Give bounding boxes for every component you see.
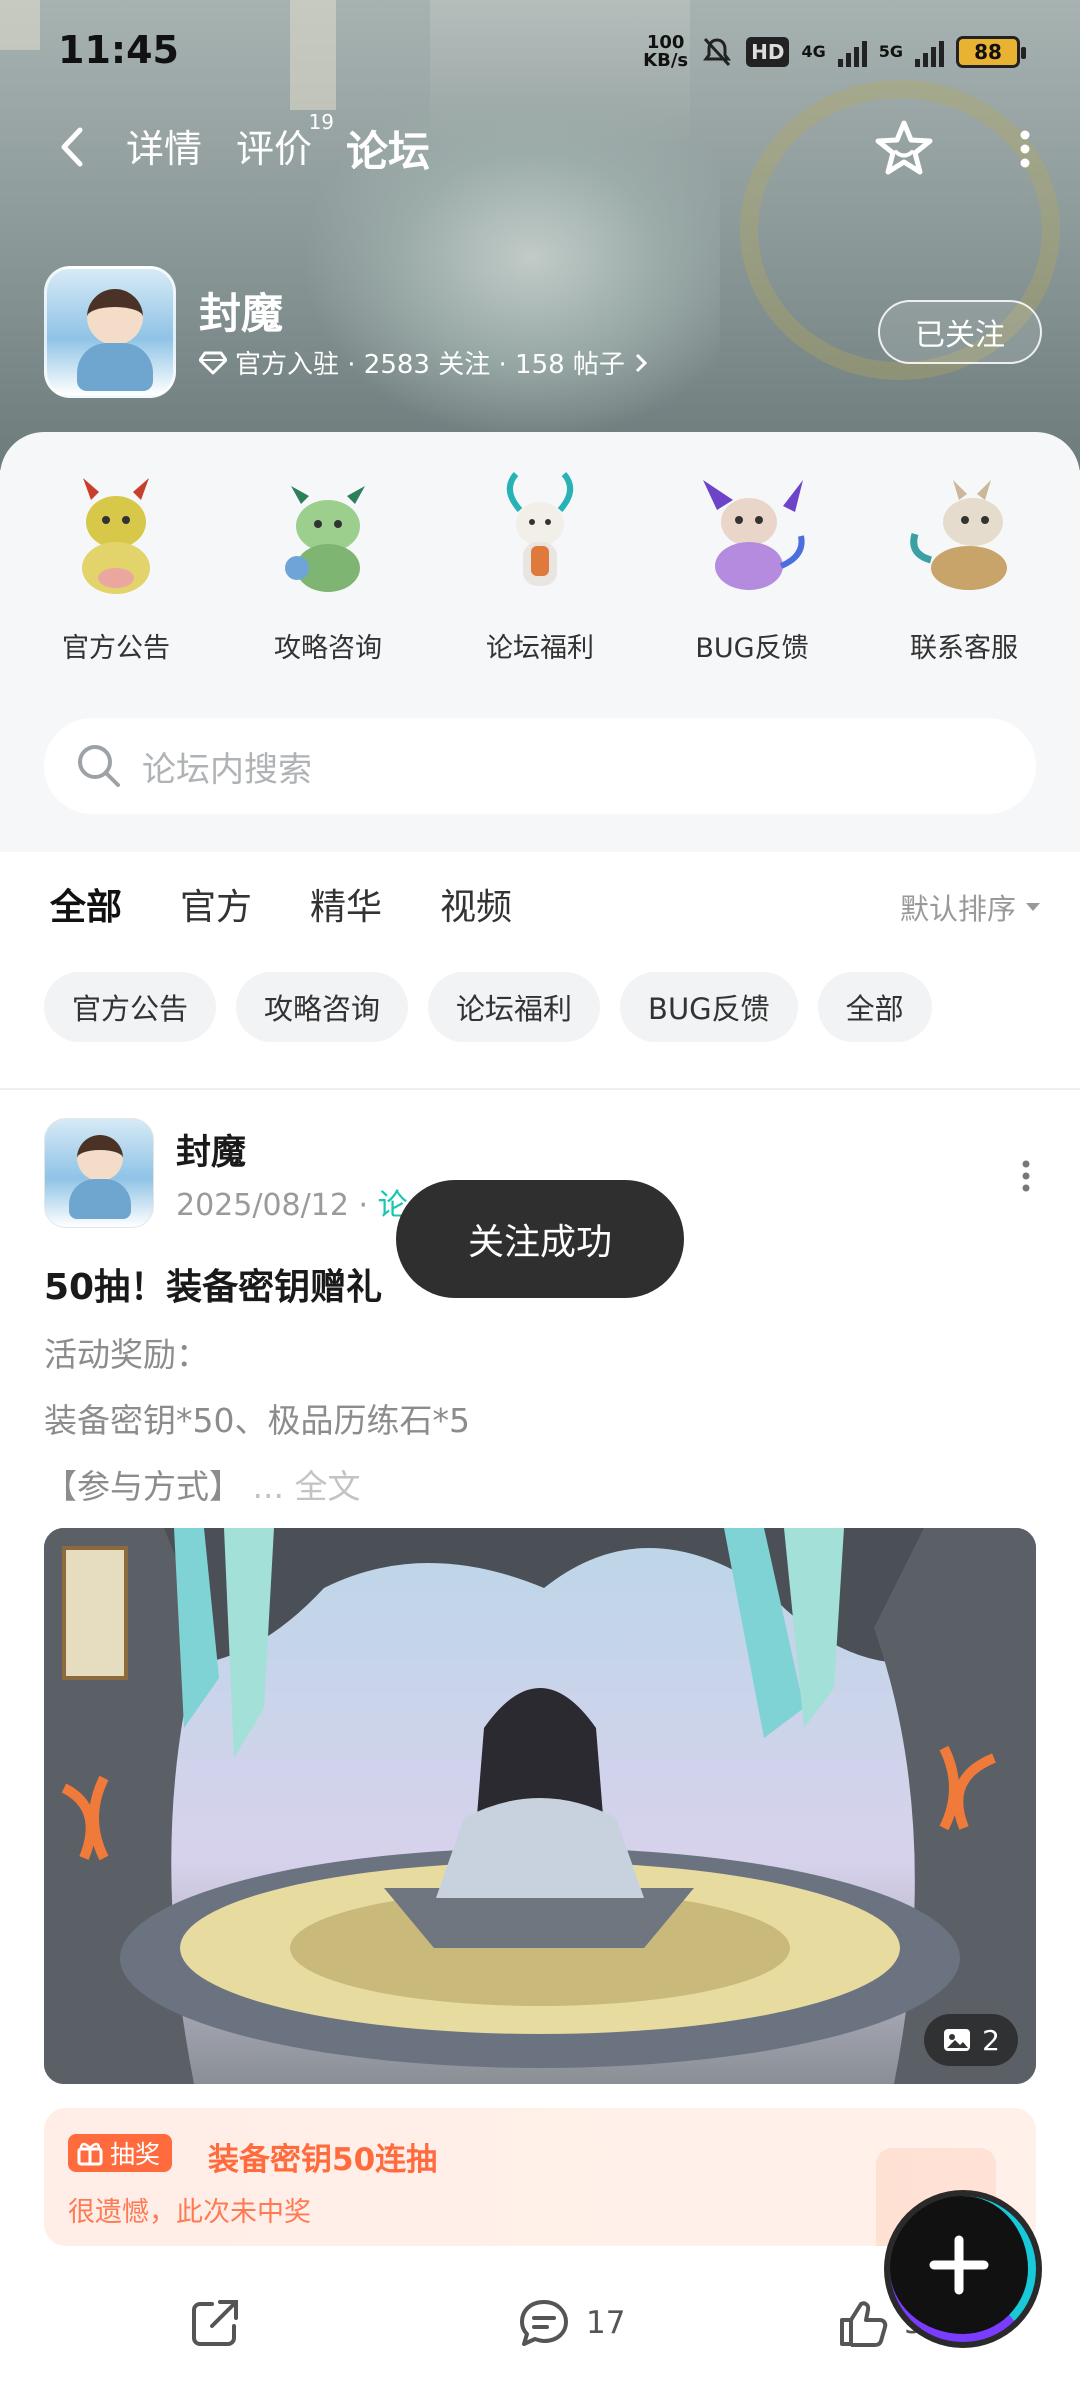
chip-strategy[interactable]: 攻略咨询 (236, 972, 409, 1042)
category-customer-service[interactable]: 联系客服 (864, 470, 1064, 665)
favorite-star-icon[interactable] (873, 118, 935, 180)
game-name: 封魔 (199, 289, 284, 338)
post-image[interactable]: 2 (44, 1528, 1036, 2084)
dragon-mascot-icon (507, 472, 573, 586)
dragon-mascot-icon (82, 478, 150, 594)
status-icons: 100 KB/s HD 4G 5G 88 (643, 30, 1026, 74)
chip-forum-benefits[interactable]: 论坛福利 (428, 972, 601, 1042)
post-date: 2025/08/12 · 论 (176, 1188, 408, 1223)
filter-tab-all[interactable]: 全部 (50, 878, 123, 930)
network-5g: 5G (878, 42, 903, 61)
search-icon (78, 745, 120, 787)
back-arrow-icon[interactable] (50, 122, 100, 172)
category-official-notice[interactable]: 官方公告 (16, 470, 216, 665)
chip-official-notice[interactable]: 官方公告 (44, 972, 217, 1042)
chip-all[interactable]: 全部 (817, 972, 932, 1042)
filter-tab-featured[interactable]: 精华 (310, 878, 382, 930)
followed-button[interactable]: 已关注 (878, 300, 1042, 364)
topic-chips: 官方公告 攻略咨询 论坛福利 BUG反馈 全部 (44, 972, 932, 1042)
signal-icon (837, 37, 867, 67)
comment-icon (520, 2300, 568, 2346)
chevron-right-icon (635, 353, 648, 372)
status-bar: 11:45 100 KB/s HD 4G 5G 88 (0, 0, 1080, 100)
nav-tabs: 详情 评价 19 论坛 (124, 110, 433, 185)
dragon-mascot-icon (703, 480, 805, 590)
category-forum-benefits[interactable]: 论坛福利 (440, 470, 640, 665)
game-info: 封魔 官方入驻 · 2583 关注 · 158 帖子 已关注 (44, 266, 1044, 406)
category-strategy[interactable]: 攻略咨询 (228, 470, 428, 665)
author-avatar[interactable] (44, 1118, 154, 1228)
battery-icon: 88 (956, 36, 1026, 68)
top-nav: 详情 评价 19 论坛 (0, 110, 1080, 190)
image-icon (944, 2029, 971, 2051)
plus-icon (929, 2235, 989, 2295)
tab-reviews[interactable]: 评价 19 (234, 110, 334, 179)
more-vertical-icon[interactable] (1016, 1156, 1036, 1196)
signal-icon (915, 37, 944, 67)
post-excerpt[interactable]: 活动奖励： 装备密钥*50、极品历练石*5 【参与方式】 ... 全文 (44, 1322, 470, 1520)
toast-follow-success: 关注成功 (396, 1180, 684, 1298)
forum-category-panel: 官方公告 攻略咨询 论坛福利 BUG反馈 联系客服 论坛内搜索 (0, 432, 1080, 852)
share-icon (192, 2300, 238, 2346)
read-more-link[interactable]: ... 全文 (253, 1467, 361, 1506)
mute-bell-icon (703, 37, 732, 67)
thumbs-up-icon (840, 2301, 888, 2347)
post-filters: 全部 官方 精华 视频 默认排序 官方公告 攻略咨询 论坛福利 BUG反馈 全部 (0, 852, 1080, 1092)
tab-details[interactable]: 详情 (124, 118, 204, 179)
lottery-card[interactable]: 抽奖 装备密钥50连抽 很遗憾，此次未中奖 (44, 2108, 1036, 2246)
comment-button[interactable]: 17 (516, 2296, 625, 2350)
hd-badge: HD (746, 37, 790, 67)
chip-bug-report[interactable]: BUG反馈 (620, 972, 798, 1042)
tab-forum[interactable]: 论坛 (344, 118, 433, 185)
filter-tab-official[interactable]: 官方 (180, 878, 252, 930)
search-placeholder: 论坛内搜索 (142, 749, 312, 790)
more-vertical-icon[interactable] (1010, 124, 1040, 174)
lottery-result: 很遗憾，此次未中奖 (68, 2197, 311, 2228)
filter-tabs: 全部 官方 精华 视频 (50, 878, 512, 930)
category-bug-report[interactable]: BUG反馈 (652, 470, 852, 665)
forum-search-input[interactable]: 论坛内搜索 (44, 718, 1036, 814)
network-speed: 100 KB/s (643, 32, 689, 71)
caret-down-icon (1026, 903, 1040, 911)
author-name[interactable]: 封魔 (176, 1124, 246, 1175)
image-count-badge: 2 (924, 2014, 1018, 2066)
lottery-title: 装备密钥50连抽 (208, 2142, 438, 2178)
post-title[interactable]: 50抽！装备密钥赠礼 (44, 1258, 382, 1310)
status-time: 11:45 (58, 28, 179, 72)
gift-icon (77, 2142, 103, 2166)
game-meta[interactable]: 官方入驻 · 2583 关注 · 158 帖子 (199, 344, 649, 381)
comment-count: 17 (586, 2305, 626, 2341)
create-post-button[interactable] (890, 2196, 1036, 2342)
lottery-badge: 抽奖 (68, 2134, 173, 2172)
review-count-badge: 19 (308, 110, 335, 134)
share-button[interactable] (188, 2296, 242, 2350)
game-app-icon[interactable] (44, 266, 176, 398)
dragon-mascot-icon (910, 480, 1007, 590)
diamond-icon (199, 351, 227, 374)
network-4g: 4G (801, 42, 826, 61)
filter-tab-video[interactable]: 视频 (440, 878, 512, 930)
category-list: 官方公告 攻略咨询 论坛福利 BUG反馈 联系客服 (0, 470, 1080, 665)
dragon-mascot-icon (285, 486, 365, 592)
sort-dropdown[interactable]: 默认排序 (900, 886, 1042, 928)
post-image-art (44, 1528, 1036, 2084)
